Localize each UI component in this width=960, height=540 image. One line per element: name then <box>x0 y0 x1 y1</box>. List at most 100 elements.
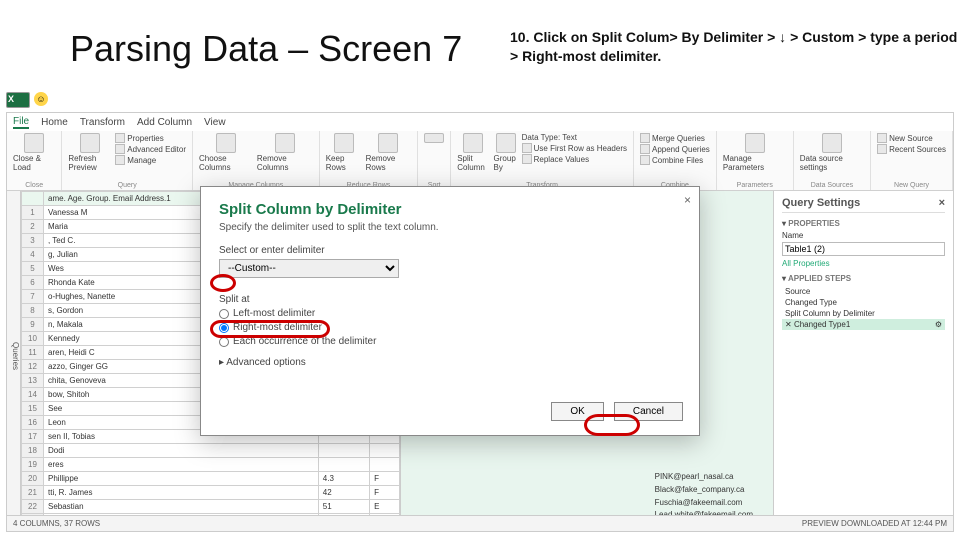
grid-cell[interactable]: tti, R. James <box>44 486 319 500</box>
tab-view[interactable]: View <box>204 117 226 128</box>
row-number[interactable]: 8 <box>22 304 44 318</box>
row-number[interactable]: 4 <box>22 248 44 262</box>
row-number[interactable]: 18 <box>22 444 44 458</box>
append-queries-button[interactable]: Append Queries <box>640 144 710 154</box>
remove-columns-button[interactable]: Remove Columns <box>257 133 313 172</box>
sort-asc-button[interactable] <box>424 133 444 143</box>
grid-cell[interactable]: eres <box>44 458 319 472</box>
advanced-editor-button[interactable]: Advanced Editor <box>115 144 186 154</box>
row-number[interactable]: 6 <box>22 276 44 290</box>
tab-transform[interactable]: Transform <box>80 117 125 128</box>
combine-files-button[interactable]: Combine Files <box>640 155 710 165</box>
choose-columns-button[interactable]: Choose Columns <box>199 133 253 172</box>
refresh-preview-button[interactable]: Refresh Preview <box>68 133 111 172</box>
row-number[interactable]: 17 <box>22 430 44 444</box>
slide-instruction-10: 10. Click on Split Colum> By Delimiter >… <box>510 28 960 66</box>
grid-cell[interactable] <box>370 444 400 458</box>
row-number[interactable]: 20 <box>22 472 44 486</box>
row-number[interactable]: 13 <box>22 374 44 388</box>
remove-rows-button[interactable]: Remove Rows <box>366 133 412 172</box>
row-number[interactable]: 2 <box>22 220 44 234</box>
radio-right-most[interactable] <box>219 323 229 333</box>
ribbon-group-data-sources: Data Sources <box>800 182 864 189</box>
query-settings-title: Query Settings <box>782 197 860 209</box>
advanced-options-toggle[interactable]: Advanced options <box>219 357 681 368</box>
manage-parameters-button[interactable]: Manage Parameters <box>723 133 787 172</box>
ribbon-group-close: Close <box>13 182 55 189</box>
grid-cell[interactable]: Dodi <box>44 444 319 458</box>
grid-cell[interactable]: Sebastian <box>44 500 319 514</box>
row-number[interactable]: 22 <box>22 500 44 514</box>
ribbon-tabstrip: File Home Transform Add Column View <box>7 113 953 131</box>
row-number[interactable]: 14 <box>22 388 44 402</box>
ok-button[interactable]: OK <box>551 402 603 421</box>
delimiter-select-label: Select or enter delimiter <box>219 245 681 256</box>
dialog-subtitle: Specify the delimiter used to split the … <box>219 222 681 233</box>
properties-section-header[interactable]: PROPERTIES <box>782 219 945 228</box>
feedback-smiley-icon[interactable]: ☺ <box>34 92 48 106</box>
grid-cell[interactable]: Phillippe <box>44 472 319 486</box>
grid-cell[interactable] <box>318 444 369 458</box>
status-bar: 4 COLUMNS, 37 ROWS PREVIEW DOWNLOADED AT… <box>7 515 953 531</box>
ribbon: Close & Load Close Refresh Preview Proper… <box>7 131 953 191</box>
grid-cell[interactable]: 42 <box>318 486 369 500</box>
grid-cell[interactable] <box>370 458 400 472</box>
slide-title: Parsing Data – Screen 7 <box>70 28 462 69</box>
row-number[interactable]: 19 <box>22 458 44 472</box>
applied-step-active[interactable]: ✕ Changed Type1⚙ <box>782 319 945 330</box>
row-number[interactable]: 9 <box>22 318 44 332</box>
row-number[interactable]: 12 <box>22 360 44 374</box>
grid-cell[interactable]: E <box>370 500 400 514</box>
applied-steps-header[interactable]: APPLIED STEPS <box>782 274 945 283</box>
row-number[interactable]: 1 <box>22 206 44 220</box>
row-number[interactable]: 3 <box>22 234 44 248</box>
grid-cell[interactable]: 51 <box>318 500 369 514</box>
name-label: Name <box>782 231 945 240</box>
cancel-button[interactable]: Cancel <box>614 402 683 421</box>
queries-pane-collapsed[interactable]: Queries <box>7 191 21 515</box>
split-at-label: Split at <box>219 294 681 305</box>
group-by-button[interactable]: Group By <box>494 133 518 172</box>
delimiter-select[interactable]: --Custom-- <box>219 259 399 278</box>
radio-left-most[interactable] <box>219 309 229 319</box>
close-and-load-button[interactable]: Close & Load <box>13 133 55 172</box>
query-name-input[interactable] <box>782 242 945 256</box>
status-preview-time: PREVIEW DOWNLOADED AT 12:44 PM <box>802 519 947 528</box>
ribbon-group-query: Query <box>68 182 186 189</box>
applied-step[interactable]: Changed Type <box>782 297 945 308</box>
merge-queries-button[interactable]: Merge Queries <box>640 133 710 143</box>
row-number[interactable]: 15 <box>22 402 44 416</box>
tab-file[interactable]: File <box>13 116 29 129</box>
tab-home[interactable]: Home <box>41 117 68 128</box>
applied-step[interactable]: Split Column by Delimiter <box>782 308 945 319</box>
grid-cell[interactable]: 4.3 <box>318 472 369 486</box>
row-number[interactable]: 7 <box>22 290 44 304</box>
step-gear-icon[interactable]: ⚙ <box>935 320 942 329</box>
split-column-button[interactable]: Split Column <box>457 133 489 172</box>
all-properties-link[interactable]: All Properties <box>782 259 945 268</box>
row-number[interactable]: 10 <box>22 332 44 346</box>
close-settings-icon[interactable]: × <box>939 197 945 209</box>
grid-cell[interactable] <box>318 458 369 472</box>
row-number[interactable]: 11 <box>22 346 44 360</box>
row-number[interactable]: 16 <box>22 416 44 430</box>
tab-add-column[interactable]: Add Column <box>137 117 192 128</box>
properties-button[interactable]: Properties <box>115 133 186 143</box>
use-first-row-headers-button[interactable]: Use First Row as Headers <box>522 143 627 153</box>
recent-sources-button[interactable]: Recent Sources <box>877 144 946 154</box>
replace-values-button[interactable]: Replace Values <box>522 154 627 164</box>
status-rowcount: 4 COLUMNS, 37 ROWS <box>13 519 100 528</box>
manage-button[interactable]: Manage <box>115 155 186 165</box>
data-type-dropdown[interactable]: Data Type: Text <box>522 133 627 142</box>
radio-each-occurrence[interactable] <box>219 337 229 347</box>
grid-cell[interactable]: F <box>370 486 400 500</box>
applied-step[interactable]: Source <box>782 286 945 297</box>
row-number[interactable]: 5 <box>22 262 44 276</box>
dialog-title: Split Column by Delimiter <box>219 201 681 218</box>
new-source-button[interactable]: New Source <box>877 133 946 143</box>
data-source-settings-button[interactable]: Data source settings <box>800 133 864 172</box>
keep-rows-button[interactable]: Keep Rows <box>326 133 362 172</box>
dialog-close-icon[interactable]: × <box>684 193 691 207</box>
grid-cell[interactable]: F <box>370 472 400 486</box>
row-number[interactable]: 21 <box>22 486 44 500</box>
